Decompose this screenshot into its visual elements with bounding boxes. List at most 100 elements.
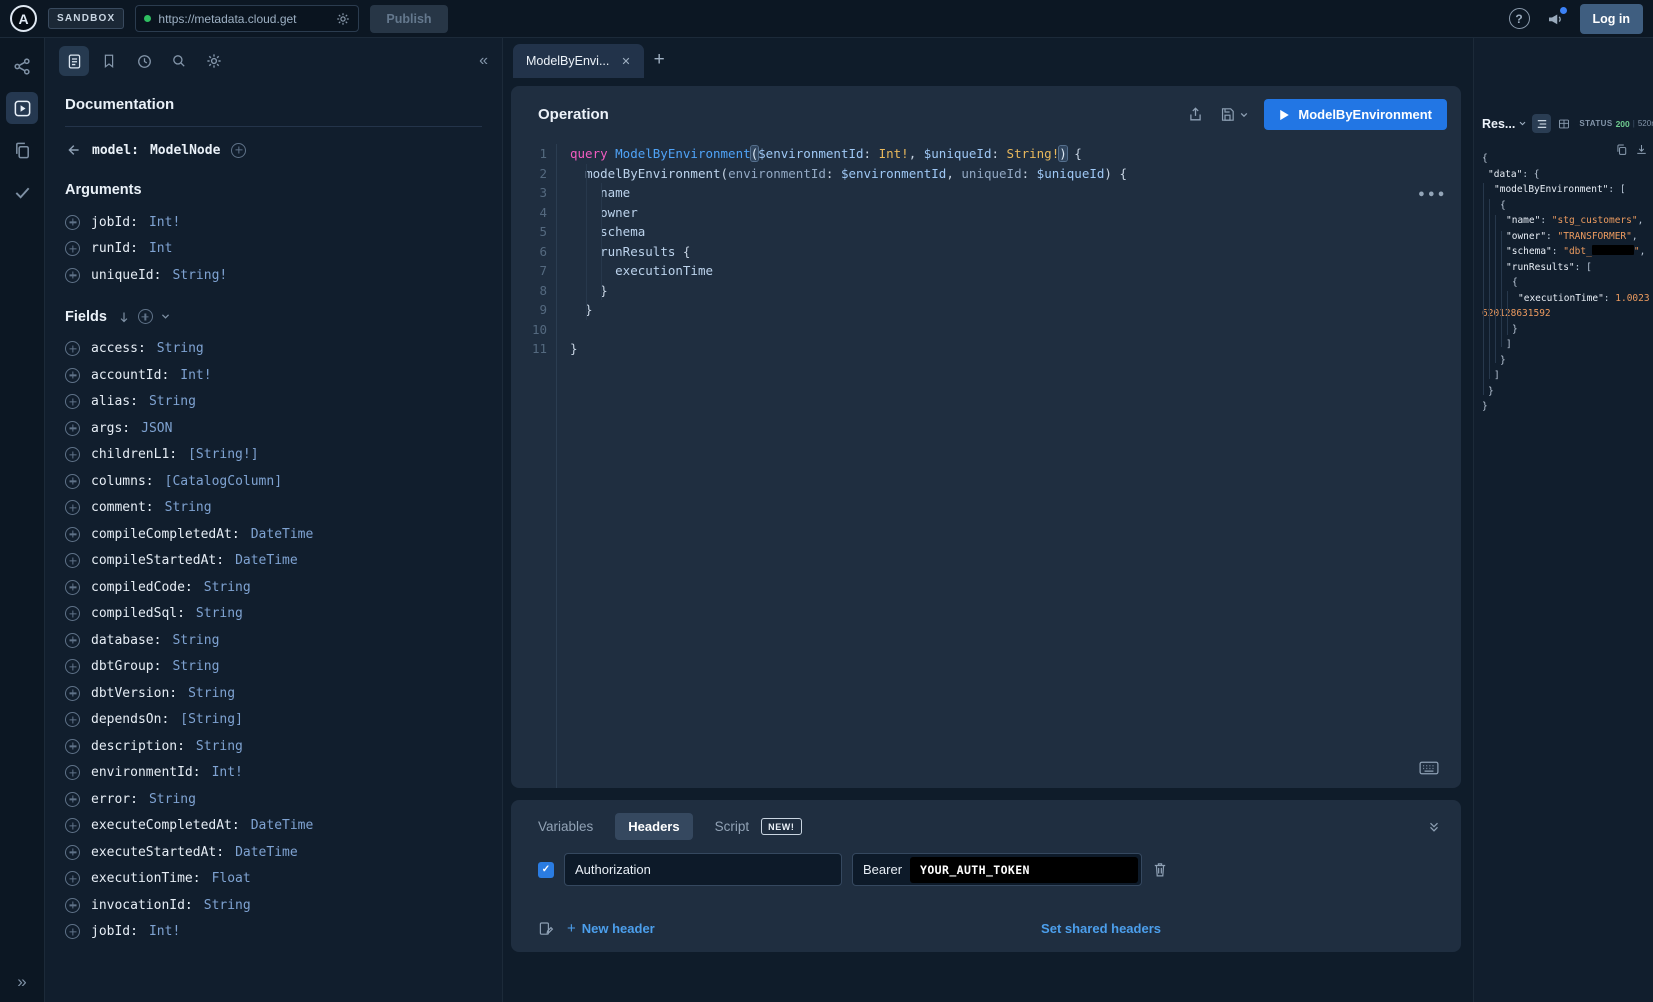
field-type: String (165, 500, 212, 515)
field-type: [CatalogColumn] (165, 474, 282, 489)
field-name: runId: (91, 241, 138, 256)
add-to-query-icon[interactable] (65, 845, 80, 860)
history-icon[interactable] (129, 46, 159, 76)
field-type: Int! (149, 924, 180, 939)
add-to-query-icon[interactable] (65, 421, 80, 436)
add-to-query-icon[interactable] (65, 553, 80, 568)
auth-token-value[interactable]: YOUR_AUTH_TOKEN (910, 857, 1138, 883)
operation-header: Operation (511, 86, 1461, 138)
expand-rail-icon[interactable]: » (17, 972, 26, 994)
add-to-query-icon[interactable] (65, 268, 80, 283)
login-button[interactable]: Log in (1580, 4, 1644, 34)
publish-button[interactable]: Publish (370, 5, 447, 33)
add-to-query-icon[interactable] (65, 580, 80, 595)
code-lines[interactable]: query ModelByEnvironment($environmentId:… (557, 144, 1461, 788)
add-to-query-icon[interactable] (65, 765, 80, 780)
response-json[interactable]: {"data": {"modelByEnvironment": [{"name"… (1482, 151, 1651, 415)
editor-options-icon[interactable]: ••• (1418, 186, 1447, 206)
tab-headers[interactable]: Headers (615, 813, 692, 840)
endpoint-url-input[interactable]: https://metadata.cloud.get (135, 5, 359, 32)
header-value-input[interactable]: Bearer YOUR_AUTH_TOKEN (852, 853, 1142, 886)
explorer-icon[interactable] (6, 92, 38, 124)
add-to-query-icon[interactable] (65, 474, 80, 489)
new-tab-button[interactable]: + (654, 49, 665, 78)
graphql-editor[interactable]: 1234567891011 query ModelByEnvironment($… (511, 138, 1461, 788)
new-badge: NEW! (761, 818, 801, 835)
header-enabled-checkbox[interactable]: ✓ (538, 862, 554, 878)
tab-script[interactable]: Script (715, 819, 750, 834)
help-icon[interactable]: ? (1509, 8, 1530, 29)
add-to-query-icon[interactable] (65, 739, 80, 754)
set-shared-headers-link[interactable]: Set shared headers (1041, 921, 1161, 936)
operation-title: Operation (538, 106, 609, 123)
table-view-icon[interactable] (1554, 114, 1573, 133)
new-header-button[interactable]: + New header (567, 920, 655, 937)
field-name: compileStartedAt: (91, 553, 224, 568)
apollo-logo[interactable]: A (10, 5, 37, 32)
documentation-tab-icon[interactable] (59, 46, 89, 76)
indent-guide (1501, 231, 1502, 347)
collapse-settings-icon[interactable] (1427, 820, 1441, 834)
add-to-query-icon[interactable] (65, 712, 80, 727)
bookmark-icon[interactable] (94, 46, 124, 76)
add-to-query-icon[interactable] (65, 241, 80, 256)
add-to-query-icon[interactable] (65, 633, 80, 648)
announcements-icon[interactable] (1546, 10, 1564, 28)
bearer-prefix: Bearer (863, 862, 902, 877)
endpoint-settings-icon[interactable] (336, 12, 350, 26)
add-to-query-icon[interactable] (65, 368, 80, 383)
delete-header-icon[interactable] (1152, 861, 1168, 878)
collapse-docs-icon[interactable]: « (479, 52, 488, 70)
add-to-query-icon[interactable] (65, 500, 80, 515)
share-operation-icon[interactable] (1187, 106, 1204, 123)
endpoint-url-text[interactable]: https://metadata.cloud.get (158, 12, 329, 26)
doc-field-row: compiledSql:String (65, 601, 482, 628)
add-model-icon[interactable] (231, 143, 246, 158)
close-tab-icon[interactable]: ✕ (621, 55, 630, 68)
field-name: dependsOn: (91, 712, 169, 727)
field-type: [String] (180, 712, 243, 727)
fields-menu-chevron-icon[interactable] (160, 311, 171, 322)
field-name: dbtVersion: (91, 686, 177, 701)
download-response-icon[interactable] (1635, 143, 1648, 156)
save-operation-icon[interactable] (1219, 106, 1236, 123)
response-title[interactable]: Res... (1482, 117, 1515, 131)
add-to-query-icon[interactable] (65, 447, 80, 462)
add-to-query-icon[interactable] (65, 871, 80, 886)
sort-fields-icon[interactable] (117, 310, 131, 324)
keyboard-shortcuts-icon[interactable] (1419, 760, 1439, 776)
save-menu-chevron-icon[interactable] (1239, 110, 1249, 120)
operation-tab[interactable]: ModelByEnvi... ✕ (513, 44, 644, 78)
settings-icon[interactable] (199, 46, 229, 76)
back-arrow-icon[interactable] (65, 142, 81, 158)
field-name: args: (91, 421, 130, 436)
add-to-query-icon[interactable] (65, 924, 80, 939)
add-to-query-icon[interactable] (65, 792, 80, 807)
formatted-view-icon[interactable] (1532, 114, 1551, 133)
add-to-query-icon[interactable] (65, 898, 80, 913)
add-to-query-icon[interactable] (65, 527, 80, 542)
add-to-query-icon[interactable] (65, 606, 80, 621)
add-to-query-icon[interactable] (65, 341, 80, 356)
add-to-query-icon[interactable] (65, 659, 80, 674)
model-type[interactable]: ModelNode (150, 143, 220, 158)
search-icon[interactable] (164, 46, 194, 76)
add-to-query-icon[interactable] (65, 215, 80, 230)
indent-guide (1507, 291, 1508, 335)
tab-variables[interactable]: Variables (538, 819, 593, 834)
add-to-query-icon[interactable] (65, 686, 80, 701)
add-to-query-icon[interactable] (65, 394, 80, 409)
add-to-query-icon[interactable] (65, 818, 80, 833)
operation-collection-icon[interactable] (6, 134, 38, 166)
doc-field-row: dependsOn: [String] (65, 707, 482, 734)
schema-icon[interactable] (6, 50, 38, 82)
play-icon (1279, 109, 1290, 121)
field-name: alias: (91, 394, 138, 409)
header-key-input[interactable]: Authorization (564, 853, 842, 886)
copy-response-icon[interactable] (1615, 143, 1628, 156)
header-presets-icon[interactable] (538, 921, 554, 937)
checks-icon[interactable] (6, 176, 38, 208)
add-all-fields-icon[interactable] (138, 309, 153, 324)
response-dropdown-chevron-icon[interactable] (1518, 119, 1527, 128)
run-operation-button[interactable]: ModelByEnvironment (1264, 99, 1447, 130)
